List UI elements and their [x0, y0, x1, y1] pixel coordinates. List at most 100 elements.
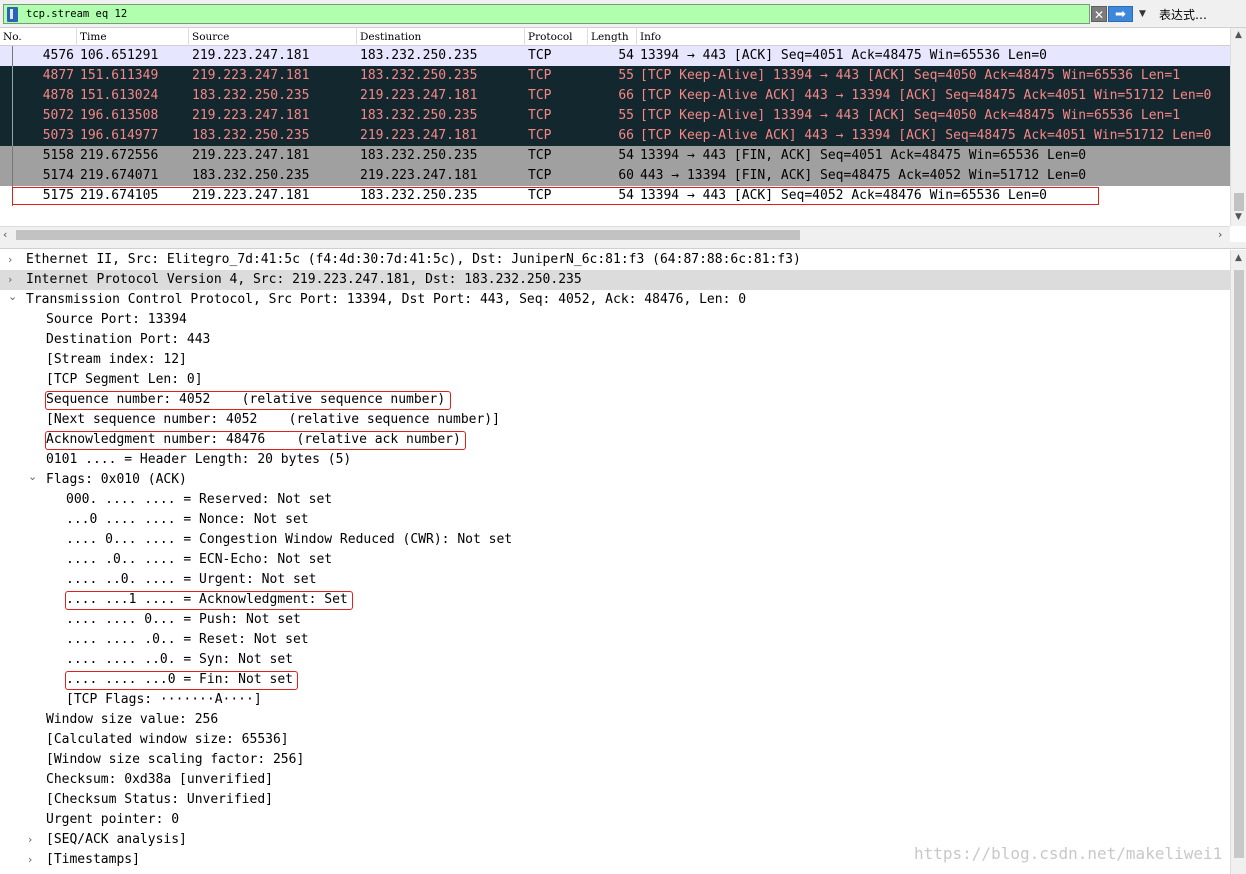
cell-time: 196.613508	[80, 108, 159, 123]
cell-protocol: TCP	[528, 128, 552, 143]
cell-time: 219.672556	[80, 148, 159, 163]
packet-row[interactable]: 4878 151.613024 183.232.250.235 219.223.247…	[0, 86, 1230, 106]
detail-row[interactable]: .... .... ..0. = Syn: Not set	[0, 650, 1230, 670]
column-header-source[interactable]: Source	[189, 28, 357, 46]
scroll-up-icon[interactable]: ▲	[1235, 253, 1242, 263]
pane-splitter[interactable]	[0, 242, 1246, 249]
scroll-up-icon[interactable]: ▲	[1235, 30, 1242, 40]
scrollbar-thumb[interactable]	[1234, 193, 1244, 211]
packet-list-horizontal-scrollbar[interactable]: ‹ ›	[0, 226, 1230, 242]
chevron-right-icon[interactable]: ›	[28, 850, 40, 870]
detail-row[interactable]: Destination Port: 443	[0, 330, 1230, 350]
details-vertical-scrollbar[interactable]: ▲	[1230, 250, 1246, 874]
detail-row[interactable]: [Next sequence number: 4052 (relative se…	[0, 410, 1230, 430]
detail-row[interactable]: ⌄ Transmission Control Protocol, Src Port…	[0, 290, 1230, 310]
packet-row[interactable]: 5174 219.674071 183.232.250.235 219.223.247…	[0, 166, 1230, 186]
filter-history-dropdown[interactable]: ▼	[1135, 6, 1150, 22]
detail-row[interactable]: 0101 .... = Header Length: 20 bytes (5)	[0, 450, 1230, 470]
packet-row[interactable]: 5158 219.672556 219.223.247.181 183.232.250…	[0, 146, 1230, 166]
detail-row[interactable]: [TCP Flags: ·······A····]	[0, 690, 1230, 710]
detail-row[interactable]: .... ...1 .... = Acknowledgment: Set	[0, 590, 1230, 610]
detail-row[interactable]: › Internet Protocol Version 4, Src: 219.2…	[0, 270, 1230, 290]
column-header-destination[interactable]: Destination	[357, 28, 525, 46]
cell-destination: 183.232.250.235	[360, 148, 478, 163]
detail-row[interactable]: Window size value: 256	[0, 710, 1230, 730]
detail-row[interactable]: › Ethernet II, Src: Elitegro_7d:41:5c (f4…	[0, 250, 1230, 270]
detail-text: [SEQ/ACK analysis]	[46, 832, 187, 847]
cell-protocol: TCP	[528, 68, 552, 83]
detail-row[interactable]: [Stream index: 12]	[0, 350, 1230, 370]
detail-row[interactable]: [Window size scaling factor: 256]	[0, 750, 1230, 770]
detail-row[interactable]: Urgent pointer: 0	[0, 810, 1230, 830]
packet-row[interactable]: 4576 106.651291 219.223.247.181 183.232.250…	[0, 46, 1230, 66]
detail-text: Internet Protocol Version 4, Src: 219.22…	[26, 272, 582, 287]
detail-row[interactable]: ⌄ Flags: 0x010 (ACK)	[0, 470, 1230, 490]
detail-row[interactable]: .... .... .0.. = Reset: Not set	[0, 630, 1230, 650]
detail-text: .... .... 0... = Push: Not set	[66, 612, 301, 627]
bookmark-icon[interactable]	[7, 7, 18, 22]
cell-destination: 219.223.247.181	[360, 88, 478, 103]
packet-details-tree: › Ethernet II, Src: Elitegro_7d:41:5c (f4…	[0, 250, 1230, 874]
detail-text: Destination Port: 443	[46, 332, 211, 347]
detail-row[interactable]: Source Port: 13394	[0, 310, 1230, 330]
packet-list-vertical-scrollbar[interactable]: ▲ ▼	[1230, 28, 1246, 226]
detail-row[interactable]: ...0 .... .... = Nonce: Not set	[0, 510, 1230, 530]
scroll-right-icon[interactable]: ›	[1218, 228, 1222, 241]
scroll-down-icon[interactable]: ▼	[1235, 212, 1242, 222]
packet-row[interactable]: 4877 151.611349 219.223.247.181 183.232.250…	[0, 66, 1230, 86]
scroll-left-icon[interactable]: ‹	[3, 228, 7, 241]
display-filter-input[interactable]: tcp.stream eq 12	[3, 4, 1090, 24]
cell-info: [TCP Keep-Alive ACK] 443 → 13394 [ACK] S…	[640, 88, 1212, 103]
detail-text: .... 0... .... = Congestion Window Reduc…	[66, 532, 513, 547]
detail-row[interactable]: .... 0... .... = Congestion Window Reduc…	[0, 530, 1230, 550]
cell-no: 5158	[42, 148, 74, 163]
column-header-info[interactable]: Info	[637, 28, 1230, 46]
column-header-no[interactable]: No.	[0, 28, 77, 46]
chevron-down-icon[interactable]: ⌄	[28, 467, 40, 487]
cell-source: 219.223.247.181	[192, 108, 310, 123]
packet-row[interactable]: 5073 196.614977 183.232.250.235 219.223.247…	[0, 126, 1230, 146]
detail-text: .... ..0. .... = Urgent: Not set	[66, 572, 317, 587]
cell-length: 54	[618, 48, 634, 63]
cell-time: 106.651291	[80, 48, 159, 63]
apply-filter-button[interactable]: ➡	[1108, 6, 1133, 22]
chevron-down-icon[interactable]: ⌄	[8, 287, 20, 307]
detail-text: [TCP Segment Len: 0]	[46, 372, 203, 387]
cell-no: 5072	[42, 108, 74, 123]
packet-row[interactable]: 5072 196.613508 219.223.247.181 183.232.250…	[0, 106, 1230, 126]
cell-protocol: TCP	[528, 88, 552, 103]
expression-button[interactable]: 表达式…	[1159, 6, 1207, 23]
scrollbar-thumb[interactable]	[16, 230, 800, 240]
chevron-right-icon[interactable]: ›	[28, 830, 40, 850]
cell-source: 219.223.247.181	[192, 48, 310, 63]
detail-row[interactable]: [TCP Segment Len: 0]	[0, 370, 1230, 390]
column-header-protocol[interactable]: Protocol	[525, 28, 588, 46]
clear-filter-button[interactable]: ✕	[1091, 6, 1107, 22]
scrollbar-thumb[interactable]	[1234, 270, 1244, 858]
cell-time: 196.614977	[80, 128, 159, 143]
detail-row[interactable]: Sequence number: 4052 (relative sequence…	[0, 390, 1230, 410]
annotation-box	[45, 391, 451, 410]
detail-row[interactable]: 000. .... .... = Reserved: Not set	[0, 490, 1230, 510]
detail-row[interactable]: .... .... ...0 = Fin: Not set	[0, 670, 1230, 690]
close-icon: ✕	[1093, 8, 1105, 22]
column-header-time[interactable]: Time	[77, 28, 189, 46]
detail-row[interactable]: [Calculated window size: 65536]	[0, 730, 1230, 750]
cell-source: 219.223.247.181	[192, 68, 310, 83]
detail-row[interactable]: Checksum: 0xd38a [unverified]	[0, 770, 1230, 790]
cell-destination: 183.232.250.235	[360, 108, 478, 123]
detail-text: [Stream index: 12]	[46, 352, 187, 367]
detail-row[interactable]: .... .... 0... = Push: Not set	[0, 610, 1230, 630]
detail-row[interactable]: .... .0.. .... = ECN-Echo: Not set	[0, 550, 1230, 570]
chevron-right-icon[interactable]: ›	[8, 250, 20, 270]
packet-row[interactable]: 5175 219.674105 219.223.247.181 183.232.250…	[0, 186, 1230, 206]
detail-text: .... .0.. .... = ECN-Echo: Not set	[66, 552, 333, 567]
column-header-length[interactable]: Length	[588, 28, 637, 46]
cell-protocol: TCP	[528, 148, 552, 163]
detail-row[interactable]: Acknowledgment number: 48476 (relative a…	[0, 430, 1230, 450]
cell-destination: 219.223.247.181	[360, 128, 478, 143]
annotation-box	[45, 431, 466, 450]
detail-row[interactable]: .... ..0. .... = Urgent: Not set	[0, 570, 1230, 590]
filter-text[interactable]: tcp.stream eq 12	[26, 8, 127, 20]
detail-row[interactable]: [Checksum Status: Unverified]	[0, 790, 1230, 810]
